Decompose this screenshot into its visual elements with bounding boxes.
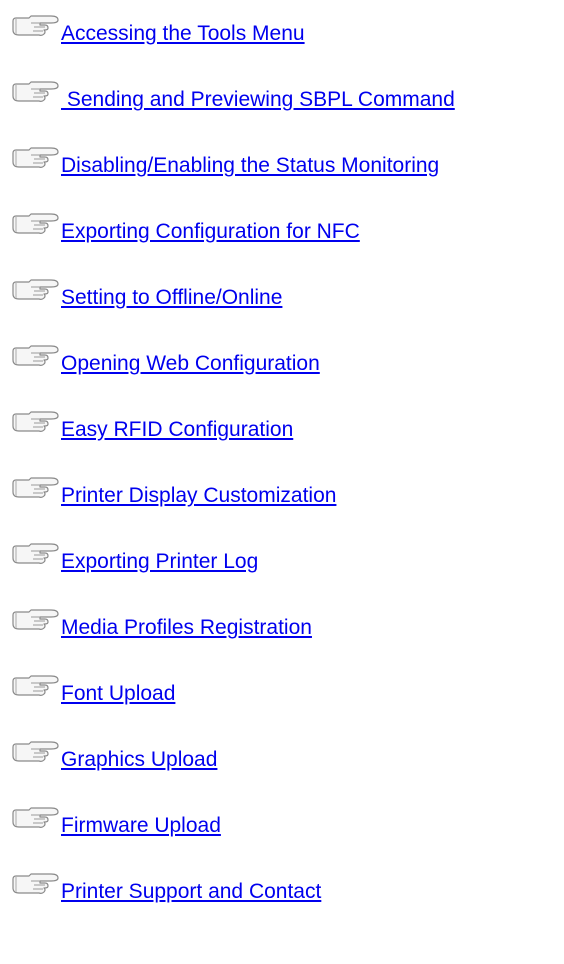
pointing-hand-icon [12, 411, 59, 433]
list-item-sending-previewing-sbpl: Sending and Previewing SBPL Command [11, 79, 561, 145]
list-item-exporting-printer-log: Exporting Printer Log [11, 541, 561, 607]
list-item-font-upload: Font Upload [11, 673, 561, 739]
link-media-profiles[interactable]: Media Profiles Registration [61, 616, 312, 640]
list-item-web-configuration: Opening Web Configuration [11, 343, 561, 409]
pointing-hand-icon [12, 477, 59, 499]
pointing-hand-icon [12, 675, 59, 697]
link-font-upload[interactable]: Font Upload [61, 682, 175, 706]
link-exporting-printer-log[interactable]: Exporting Printer Log [61, 550, 258, 574]
link-sending-previewing-sbpl[interactable]: Sending and Previewing SBPL Command [61, 88, 455, 112]
link-firmware-upload[interactable]: Firmware Upload [61, 814, 221, 838]
pointing-hand-icon [12, 15, 59, 37]
list-item-accessing-tools-menu: Accessing the Tools Menu [11, 13, 561, 79]
topic-link-list: Accessing the Tools Menu Sending and Pre… [11, 13, 561, 937]
link-support-contact[interactable]: Printer Support and Contact [61, 880, 321, 904]
pointing-hand-icon [12, 279, 59, 301]
link-display-customization[interactable]: Printer Display Customization [61, 484, 336, 508]
list-item-firmware-upload: Firmware Upload [11, 805, 561, 871]
list-item-easy-rfid: Easy RFID Configuration [11, 409, 561, 475]
pointing-hand-icon [12, 807, 59, 829]
pointing-hand-icon [12, 213, 59, 235]
link-status-monitoring[interactable]: Disabling/Enabling the Status Monitoring [61, 154, 439, 178]
list-item-display-customization: Printer Display Customization [11, 475, 561, 541]
pointing-hand-icon [12, 543, 59, 565]
list-item-media-profiles: Media Profiles Registration [11, 607, 561, 673]
link-accessing-tools-menu[interactable]: Accessing the Tools Menu [61, 22, 305, 46]
pointing-hand-icon [12, 873, 59, 895]
link-graphics-upload[interactable]: Graphics Upload [61, 748, 217, 772]
link-offline-online[interactable]: Setting to Offline/Online [61, 286, 282, 310]
list-item-status-monitoring: Disabling/Enabling the Status Monitoring [11, 145, 561, 211]
pointing-hand-icon [12, 147, 59, 169]
list-item-graphics-upload: Graphics Upload [11, 739, 561, 805]
link-exporting-nfc-config[interactable]: Exporting Configuration for NFC [61, 220, 360, 244]
pointing-hand-icon [12, 81, 59, 103]
list-item-support-contact: Printer Support and Contact [11, 871, 561, 937]
pointing-hand-icon [12, 345, 59, 367]
pointing-hand-icon [12, 609, 59, 631]
list-item-offline-online: Setting to Offline/Online [11, 277, 561, 343]
pointing-hand-icon [12, 741, 59, 763]
link-easy-rfid[interactable]: Easy RFID Configuration [61, 418, 293, 442]
link-web-configuration[interactable]: Opening Web Configuration [61, 352, 320, 376]
list-item-exporting-nfc-config: Exporting Configuration for NFC [11, 211, 561, 277]
